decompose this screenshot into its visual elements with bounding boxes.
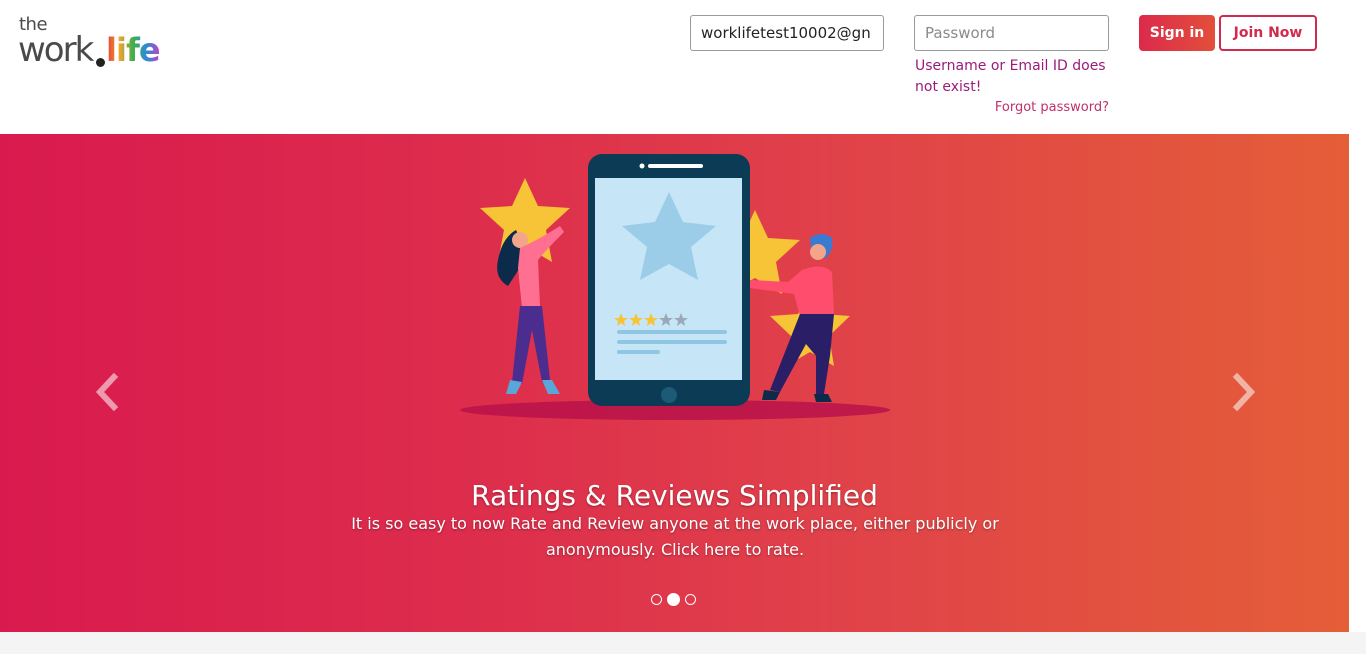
slide-title: Ratings & Reviews Simplified [471, 479, 878, 512]
email-field[interactable] [690, 15, 884, 51]
slide-description-link[interactable]: It is so easy to now Rate and Review any… [330, 511, 1020, 563]
login-error-message: Username or Email ID does not exist! [915, 58, 1106, 95]
forgot-password-link[interactable]: Forgot password? [960, 100, 1109, 115]
logo-work: work [18, 30, 94, 70]
top-header: the work life Username or Email ID does … [0, 0, 1366, 134]
join-now-button[interactable]: Join Now [1219, 15, 1317, 51]
hero-carousel: Ratings & Reviews Simplified It is so ea… [0, 134, 1349, 632]
logo-life: life [106, 31, 161, 69]
carousel-dot[interactable] [651, 594, 662, 605]
worklife-logo[interactable]: the work life [18, 14, 178, 71]
ratings-illustration [460, 154, 890, 420]
previous-slide-icon[interactable] [92, 372, 122, 412]
logo-dot [96, 58, 105, 67]
carousel-dot-active[interactable] [667, 593, 680, 606]
sign-in-button[interactable]: Sign in [1139, 15, 1215, 51]
next-slide-icon[interactable] [1229, 372, 1259, 412]
password-field[interactable] [914, 15, 1109, 51]
carousel-dot[interactable] [685, 594, 696, 605]
carousel-indicators [651, 593, 696, 606]
page-gutter [1349, 134, 1366, 632]
